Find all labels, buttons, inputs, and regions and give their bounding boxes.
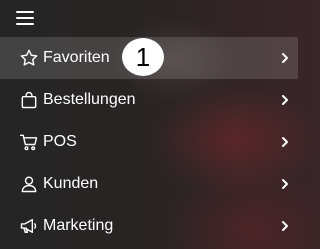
menu-item-label: Marketing — [43, 217, 114, 234]
menu-item-label: Bestellungen — [43, 91, 136, 108]
shopping-bag-icon — [19, 90, 39, 110]
step-number-badge: 1 — [122, 38, 164, 76]
menu-item-pos[interactable]: POS — [0, 121, 298, 163]
cart-icon — [19, 132, 39, 152]
menu-item-label: Kunden — [43, 175, 99, 192]
menu-item-label: POS — [43, 133, 77, 150]
top-bar — [0, 0, 298, 36]
star-icon — [19, 48, 39, 68]
menu-item-label: Favoriten — [43, 49, 110, 66]
megaphone-icon — [19, 216, 39, 236]
chevron-right-icon — [280, 218, 290, 234]
chevron-right-icon — [280, 134, 290, 150]
user-icon — [19, 174, 39, 194]
chevron-right-icon — [280, 50, 290, 66]
menu-item-kunden[interactable]: Kunden — [0, 163, 298, 205]
menu-item-bestellungen[interactable]: Bestellungen — [0, 79, 298, 121]
menu-item-marketing[interactable]: Marketing — [0, 205, 298, 247]
chevron-right-icon — [280, 92, 290, 108]
chevron-right-icon — [280, 176, 290, 192]
hamburger-icon[interactable] — [16, 10, 34, 25]
